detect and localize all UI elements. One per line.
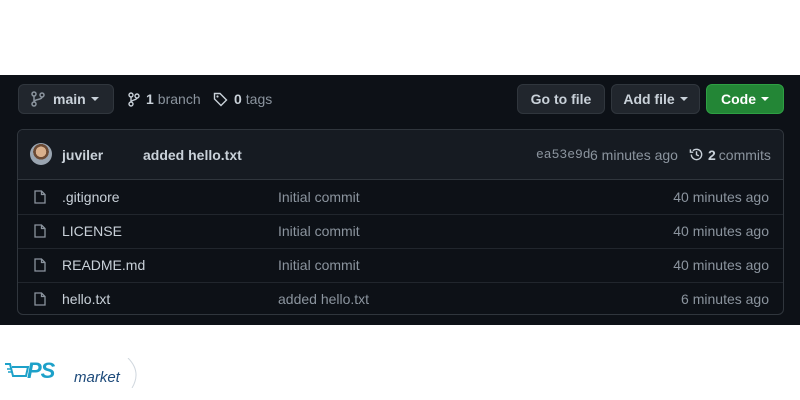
- code-label: Code: [721, 91, 756, 107]
- logo-swoosh: [127, 358, 137, 388]
- branch-name: main: [53, 91, 86, 107]
- file-row[interactable]: README.md Initial commit 40 minutes ago: [18, 248, 783, 283]
- add-file-label: Add file: [623, 91, 675, 107]
- commit-message[interactable]: added hello.txt: [143, 147, 242, 163]
- code-button[interactable]: Code: [706, 84, 784, 114]
- commit-author[interactable]: juviler: [62, 147, 103, 163]
- chevron-down-icon: [679, 97, 688, 101]
- repository-panel: main 1 branch 0 tags Go to file Add file…: [0, 75, 800, 325]
- chevron-down-icon: [761, 97, 769, 101]
- branch-word: branch: [157, 91, 201, 107]
- file-commit-message[interactable]: Initial commit: [278, 257, 360, 273]
- repo-toolbar: main 1 branch 0 tags Go to file Add file…: [0, 75, 800, 125]
- branch-count: 1: [146, 91, 154, 107]
- file-name[interactable]: .gitignore: [62, 189, 120, 205]
- commit-count: 2: [708, 146, 716, 163]
- history-icon: [689, 148, 703, 161]
- branches-link[interactable]: 1 branch: [128, 91, 201, 107]
- file-age: 40 minutes ago: [673, 223, 769, 239]
- file-icon: [34, 292, 46, 306]
- file-commit-message[interactable]: Initial commit: [278, 223, 360, 239]
- file-age: 40 minutes ago: [673, 189, 769, 205]
- file-icon: [34, 258, 46, 272]
- tag-word: tags: [245, 91, 273, 107]
- latest-commit-bar: juviler added hello.txt ea53e9d 6 minute…: [18, 130, 783, 180]
- go-to-file-label: Go to file: [530, 91, 592, 107]
- ps-market-watermark-logo: PS market: [4, 358, 144, 388]
- branch-icon: [31, 91, 45, 107]
- go-to-file-button[interactable]: Go to file: [517, 84, 605, 114]
- file-icon: [34, 224, 46, 238]
- add-file-button[interactable]: Add file: [611, 84, 700, 114]
- branch-selector-button[interactable]: main: [18, 84, 114, 114]
- file-row[interactable]: .gitignore Initial commit 40 minutes ago: [18, 180, 783, 215]
- logo-brand: PS: [27, 358, 55, 383]
- chevron-down-icon: [90, 97, 99, 101]
- file-commit-message[interactable]: Initial commit: [278, 189, 360, 205]
- file-name[interactable]: LICENSE: [62, 223, 122, 239]
- tag-count: 0: [234, 91, 242, 107]
- file-age: 6 minutes ago: [681, 291, 769, 307]
- logo-sub: market: [74, 369, 120, 386]
- avatar[interactable]: [30, 143, 52, 165]
- tags-link[interactable]: 0 tags: [213, 91, 272, 107]
- commit-time: 6 minutes ago: [590, 146, 678, 163]
- file-list-box: juviler added hello.txt ea53e9d 6 minute…: [17, 129, 784, 315]
- file-commit-message[interactable]: added hello.txt: [278, 291, 369, 307]
- file-name[interactable]: hello.txt: [62, 291, 110, 307]
- commit-sha[interactable]: ea53e9d: [536, 147, 591, 162]
- file-icon: [34, 190, 46, 204]
- tag-icon: [213, 92, 228, 106]
- commits-link[interactable]: 2 commits: [689, 147, 771, 163]
- branch-icon: [128, 91, 140, 107]
- commit-count-word: commits: [718, 146, 771, 163]
- file-row[interactable]: hello.txt added hello.txt 6 minutes ago: [18, 282, 783, 314]
- file-row[interactable]: LICENSE Initial commit 40 minutes ago: [18, 214, 783, 249]
- file-name[interactable]: README.md: [62, 257, 145, 273]
- file-age: 40 minutes ago: [673, 257, 769, 273]
